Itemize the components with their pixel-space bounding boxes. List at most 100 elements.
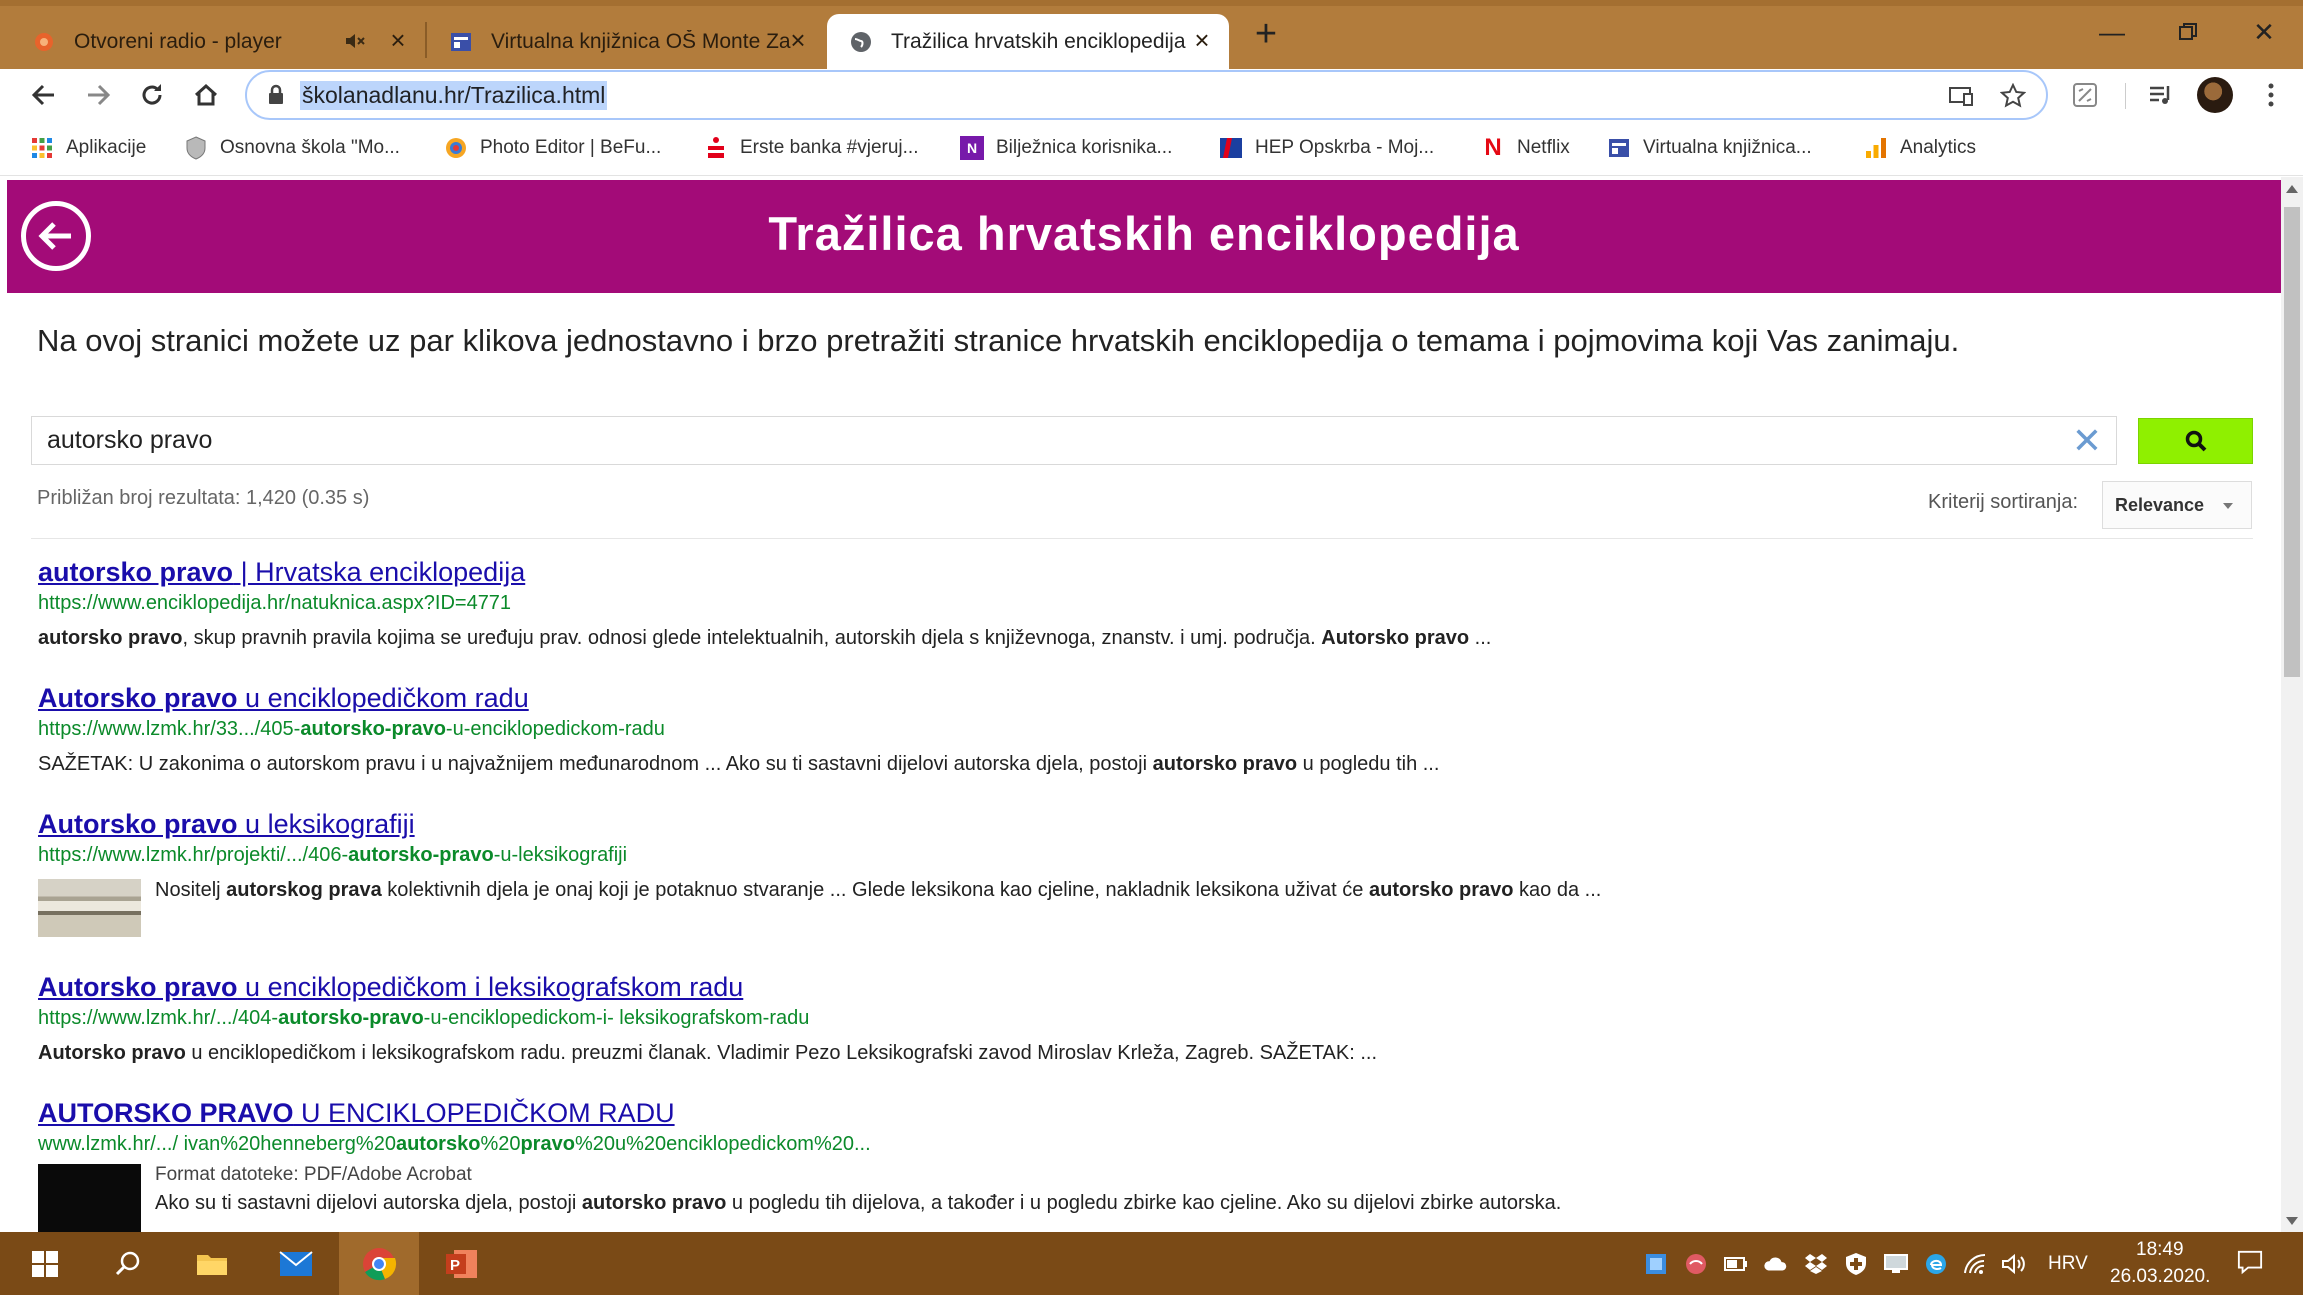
tray-edge-icon[interactable] xyxy=(1923,1252,1949,1276)
result-thumbnail[interactable] xyxy=(38,1164,141,1232)
result-snippet: Nositelj autorskog prava kolektivnih dje… xyxy=(155,879,1602,901)
windows-logo-icon xyxy=(32,1250,58,1277)
scrollbar-thumb[interactable] xyxy=(2284,207,2300,677)
extension-icon[interactable] xyxy=(2067,77,2103,113)
clock-date[interactable]: 26.03.2020. xyxy=(2110,1266,2210,1288)
tab-close-button[interactable]: × xyxy=(1189,27,1215,54)
globe-favicon-icon xyxy=(849,30,873,54)
svg-text:P: P xyxy=(450,1257,460,1274)
bookmark-netflix[interactable]: N Netflix xyxy=(1481,133,1569,163)
scroll-up-arrow-icon[interactable] xyxy=(2286,185,2298,193)
search-query-text[interactable]: autorsko pravo xyxy=(47,426,212,455)
tab-title: Otvoreni radio - player xyxy=(74,29,282,53)
bookmark-hep[interactable]: HEP Opskrba - Moj... xyxy=(1219,133,1434,163)
page-scrollbar[interactable] xyxy=(2281,177,2303,1232)
input-language[interactable]: HRV xyxy=(2048,1253,2088,1275)
result-title-link[interactable]: Autorsko pravo u enciklopedičkom i leksi… xyxy=(38,972,1377,1003)
star-icon[interactable] xyxy=(1999,82,2027,110)
bookmark-osnovna-skola[interactable]: Osnovna škola "Mo... xyxy=(184,133,400,163)
volume-icon[interactable] xyxy=(2001,1252,2027,1276)
browser-toolbar: školanadlanu.hr/Trazilica.html xyxy=(0,69,2303,121)
search-result: AUTORSKO PRAVO U ENCIKLOPEDIČKOM RADU ww… xyxy=(38,1098,1561,1232)
site-favicon-icon xyxy=(449,30,473,54)
tab-radio-player[interactable]: Otvoreni radio - player × xyxy=(10,14,425,69)
search-button[interactable] xyxy=(2138,418,2253,464)
taskbar-mail[interactable] xyxy=(256,1232,336,1295)
erste-icon xyxy=(704,136,728,160)
result-title-link[interactable]: Autorsko pravo u leksikografiji xyxy=(38,809,1601,840)
tray-display-icon[interactable] xyxy=(1883,1252,1909,1276)
powerpoint-icon: P xyxy=(446,1249,477,1278)
tab-trazilica[interactable]: Tražilica hrvatskih enciklopedija × xyxy=(827,14,1229,69)
address-bar[interactable]: školanadlanu.hr/Trazilica.html xyxy=(245,70,2048,120)
forward-button[interactable] xyxy=(78,75,118,115)
tray-antivirus-icon[interactable] xyxy=(1683,1252,1709,1276)
sort-dropdown[interactable]: Relevance xyxy=(2102,481,2252,529)
tray-security-icon[interactable] xyxy=(1843,1252,1869,1276)
tray-battery-icon[interactable] xyxy=(1723,1252,1749,1276)
speaker-icon[interactable] xyxy=(343,29,367,59)
tab-close-button[interactable]: × xyxy=(385,27,411,54)
result-thumbnail[interactable] xyxy=(38,879,141,937)
bookmark-aplikacije[interactable]: Aplikacije xyxy=(30,133,146,163)
result-title-link[interactable]: Autorsko pravo u enciklopedičkom radu xyxy=(38,683,1439,714)
result-file-format: Format datoteke: PDF/Adobe Acrobat xyxy=(155,1164,472,1185)
taskbar-chrome[interactable] xyxy=(339,1232,419,1295)
bookmarks-bar: Aplikacije Osnovna škola "Mo... Photo Ed… xyxy=(0,121,2303,176)
search-input[interactable]: autorsko pravo ✕ xyxy=(31,416,2117,465)
scroll-down-arrow-icon[interactable] xyxy=(2286,1217,2298,1225)
windows-taskbar: P HRV 18:49 26.03.2020. xyxy=(0,1232,2303,1295)
notifications-icon[interactable] xyxy=(2237,1250,2263,1275)
restore-button[interactable] xyxy=(2152,12,2224,52)
tab-title: Virtualna knjižnica OŠ Monte Zaro xyxy=(491,29,791,53)
cast-icon[interactable] xyxy=(1947,82,1975,110)
profile-avatar[interactable] xyxy=(2197,77,2233,113)
clock-time[interactable]: 18:49 xyxy=(2136,1239,2184,1261)
bookmark-erste[interactable]: Erste banka #vjeruj... xyxy=(704,133,918,163)
start-button[interactable] xyxy=(5,1232,85,1295)
menu-kebab-icon[interactable] xyxy=(2253,77,2289,113)
bookmark-label: Analytics xyxy=(1900,137,1977,158)
page-header: Tražilica hrvatskih enciklopedija xyxy=(7,180,2281,293)
analytics-icon xyxy=(1864,136,1888,160)
taskbar-file-explorer[interactable] xyxy=(172,1232,252,1295)
wifi-icon[interactable] xyxy=(1963,1252,1989,1276)
minimize-button[interactable]: — xyxy=(2076,12,2148,52)
taskbar-search-button[interactable] xyxy=(88,1232,168,1295)
taskbar-powerpoint[interactable]: P xyxy=(422,1232,502,1295)
arrow-right-icon xyxy=(88,84,111,106)
home-button[interactable] xyxy=(186,75,226,115)
clear-search-icon[interactable]: ✕ xyxy=(2072,421,2102,461)
intro-text: Na ovoj stranici možete uz par klikova j… xyxy=(37,323,1960,358)
tab-strip: Otvoreni radio - player × Virtualna knji… xyxy=(0,0,2303,69)
close-window-button[interactable]: ✕ xyxy=(2228,12,2300,52)
new-tab-button[interactable]: + xyxy=(1248,15,1284,53)
result-title-link[interactable]: AUTORSKO PRAVO U ENCIKLOPEDIČKOM RADU xyxy=(38,1098,1561,1129)
back-button[interactable] xyxy=(24,75,64,115)
bookmark-virtualna-knjiznica[interactable]: Virtualna knjižnica... xyxy=(1607,133,1812,163)
result-count: Približan broj rezultata: 1,420 (0.35 s) xyxy=(37,487,370,509)
bookmark-analytics[interactable]: Analytics xyxy=(1864,133,1976,163)
result-url: www.lzmk.hr/.../ ivan%20henneberg%20auto… xyxy=(38,1133,871,1155)
tab-close-button[interactable]: × xyxy=(785,27,811,54)
result-url: https://www.lzmk.hr/.../404-autorsko-pra… xyxy=(38,1007,810,1029)
reload-button[interactable] xyxy=(132,75,172,115)
bookmark-onenote[interactable]: N Bilježnica korisnika... xyxy=(960,133,1172,163)
home-icon xyxy=(194,83,218,106)
lock-icon[interactable] xyxy=(267,84,285,111)
search-result: Autorsko pravo u enciklopedičkom i leksi… xyxy=(38,972,1377,1065)
media-control-icon[interactable] xyxy=(2143,77,2179,113)
tab-virtualna-knjiznica[interactable]: Virtualna knjižnica OŠ Monte Zaro × xyxy=(427,14,825,69)
reload-icon xyxy=(142,84,162,105)
result-title-link[interactable]: autorsko pravo | Hrvatska enciklopedija xyxy=(38,557,1491,588)
bookmark-photo-editor[interactable]: Photo Editor | BeFu... xyxy=(444,133,661,163)
tray-onedrive-icon[interactable] xyxy=(1763,1252,1789,1276)
url-text[interactable]: školanadlanu.hr/Trazilica.html xyxy=(300,81,608,110)
onenote-icon: N xyxy=(960,136,984,160)
bookmark-label: Osnovna škola "Mo... xyxy=(220,137,400,158)
tray-dropbox-icon[interactable] xyxy=(1803,1252,1829,1276)
result-url: https://www.enciklopedija.hr/natuknica.a… xyxy=(38,592,512,614)
folder-icon xyxy=(197,1254,227,1275)
tray-network-app-icon[interactable] xyxy=(1643,1252,1669,1276)
results-divider xyxy=(31,538,2253,539)
